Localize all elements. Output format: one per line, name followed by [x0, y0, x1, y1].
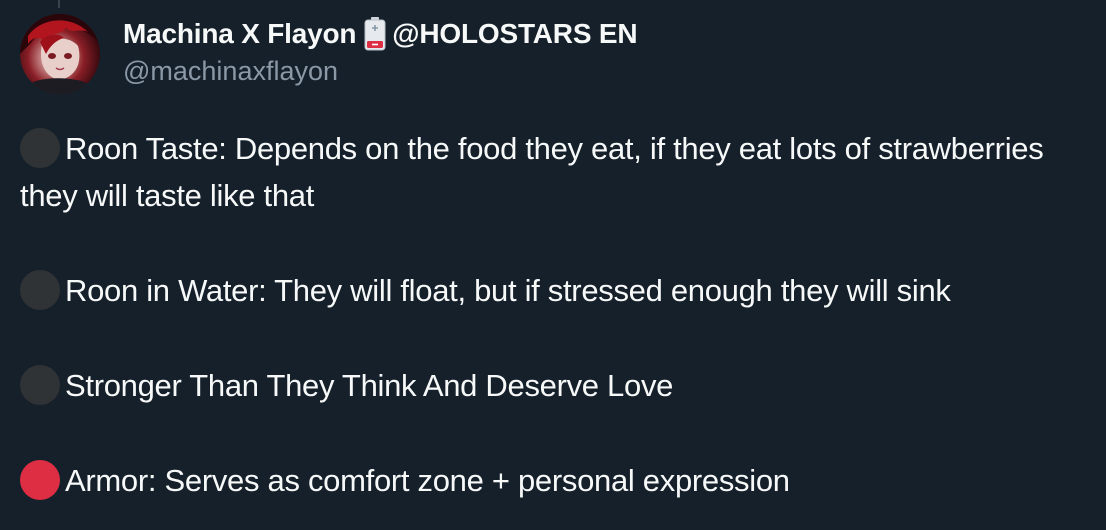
tweet-view: Machina X Flayon @HOLOSTARS EN @machinax…: [0, 0, 1106, 530]
tweet-text: Roon Taste: Depends on the food they eat…: [20, 125, 1100, 504]
black-circle-icon: [20, 128, 60, 168]
author-name-row: Machina X Flayon @HOLOSTARS EN: [123, 14, 638, 54]
tweet-paragraph: Roon Taste: Depends on the food they eat…: [20, 125, 1100, 219]
red-circle-icon: [20, 460, 60, 500]
author-name-suffix[interactable]: @HOLOSTARS EN: [392, 18, 637, 50]
black-circle-icon: [20, 270, 60, 310]
battery-icon: [364, 17, 386, 51]
paragraph-text: Roon in Water: They will float, but if s…: [65, 273, 951, 308]
black-circle-icon: [20, 365, 60, 405]
thread-connector-line: [58, 0, 60, 8]
tweet-header: Machina X Flayon @HOLOSTARS EN @machinax…: [123, 14, 638, 87]
avatar-image: [20, 14, 100, 94]
author-display-name[interactable]: Machina X Flayon: [123, 18, 356, 50]
avatar[interactable]: [20, 14, 100, 94]
tweet-paragraph: Stronger Than They Think And Deserve Lov…: [20, 362, 1100, 409]
paragraph-text: Armor: Serves as comfort zone + personal…: [65, 463, 790, 498]
author-handle[interactable]: @machinaxflayon: [123, 56, 637, 87]
paragraph-text: Stronger Than They Think And Deserve Lov…: [65, 368, 674, 403]
paragraph-text: Roon Taste: Depends on the food they eat…: [20, 131, 1044, 213]
tweet-paragraph: Roon in Water: They will float, but if s…: [20, 267, 1100, 314]
tweet-paragraph: Armor: Serves as comfort zone + personal…: [20, 457, 1100, 504]
